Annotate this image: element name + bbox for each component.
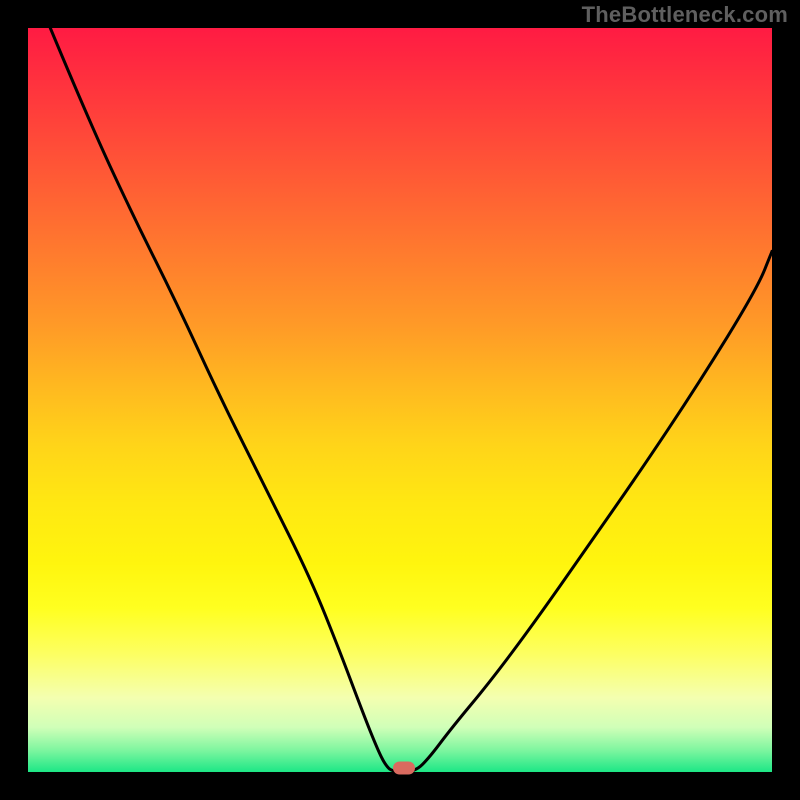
bottleneck-curve (50, 28, 772, 772)
optimum-marker (393, 762, 415, 775)
curve-svg (28, 28, 772, 772)
chart-frame: { "watermark": "TheBottleneck.com", "col… (0, 0, 800, 800)
watermark-text: TheBottleneck.com (582, 2, 788, 28)
plot-area (28, 28, 772, 772)
